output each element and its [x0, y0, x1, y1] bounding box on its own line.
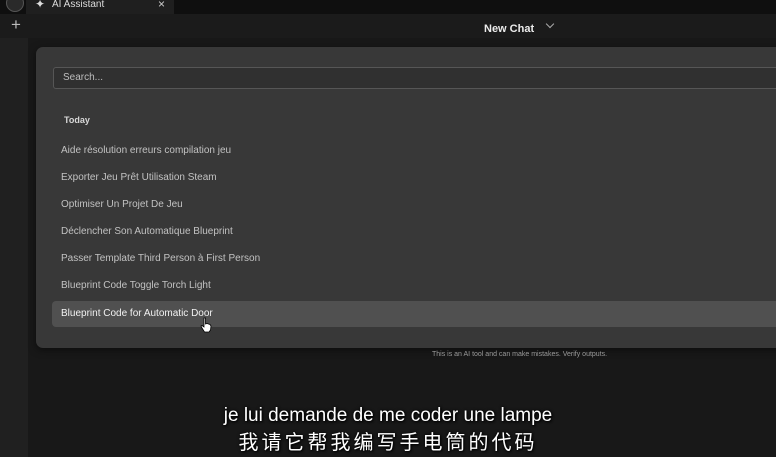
history-item-label: Blueprint Code Toggle Torch Light — [61, 280, 211, 291]
new-tab-button[interactable]: + — [11, 16, 21, 34]
sparkle-icon: ✦ — [35, 0, 46, 11]
search-input[interactable]: Search... — [53, 67, 776, 89]
disclaimer-text: This is an AI tool and can make mistakes… — [432, 351, 608, 358]
history-item-label: Déclencher Son Automatique Blueprint — [61, 226, 233, 237]
history-item[interactable]: Exporter Jeu Prêt Utilisation Steam — [52, 165, 776, 191]
close-icon[interactable]: × — [158, 0, 165, 10]
chevron-down-icon — [545, 19, 555, 29]
tab-bar: ✦ AI Assistant × — [0, 0, 776, 14]
chat-history-dropdown: Search... Today Aide résolution erreurs … — [36, 47, 776, 348]
history-item-label: Optimiser Un Projet De Jeu — [61, 199, 183, 210]
left-panel — [0, 38, 28, 457]
chat-title: New Chat — [484, 23, 535, 35]
history-item[interactable]: Passer Template Third Person à First Per… — [52, 246, 776, 272]
history-item[interactable]: Aide résolution erreurs compilation jeu — [52, 138, 776, 164]
subtitle-french: je lui demande de me coder une lampe — [223, 405, 553, 426]
subtitle-chinese: 我请它帮我编写手电筒的代码 — [238, 432, 538, 454]
chat-toolbar: + New Chat — [0, 14, 776, 38]
history-item-label: Exporter Jeu Prêt Utilisation Steam — [61, 172, 217, 183]
hand-cursor-icon — [200, 317, 212, 333]
history-item[interactable]: Optimiser Un Projet De Jeu — [52, 192, 776, 218]
engine-logo-icon — [6, 0, 24, 12]
search-placeholder: Search... — [63, 72, 104, 83]
history-item[interactable]: Déclencher Son Automatique Blueprint — [52, 219, 776, 245]
history-item[interactable]: Blueprint Code Toggle Torch Light — [52, 273, 776, 299]
tab-title: AI Assistant — [52, 0, 105, 10]
history-item-label: Blueprint Code for Automatic Door — [61, 308, 213, 319]
history-item-label: Passer Template Third Person à First Per… — [61, 253, 261, 264]
chat-selector[interactable]: New Chat — [484, 19, 555, 35]
group-label-today: Today — [64, 115, 90, 125]
history-item-label: Aide résolution erreurs compilation jeu — [61, 145, 232, 156]
history-item-selected[interactable]: Blueprint Code for Automatic Door — [52, 301, 776, 327]
tab-ai-assistant[interactable]: ✦ AI Assistant × — [26, 0, 174, 14]
